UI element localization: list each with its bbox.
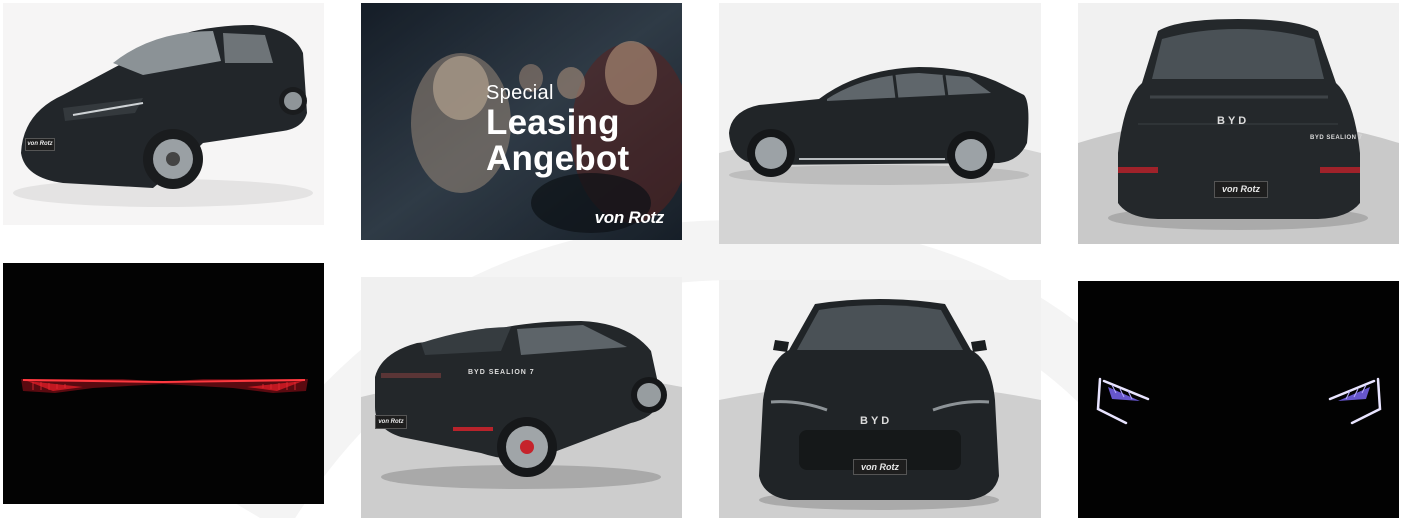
promo-line-angebot: Angebot xyxy=(486,139,630,178)
gallery-image-taillight-dark[interactable] xyxy=(3,263,324,504)
car-photo xyxy=(719,280,1041,518)
car-photo xyxy=(719,3,1041,244)
gallery-image-side-profile[interactable] xyxy=(719,3,1041,244)
promo-headline: Special Leasing Angebot xyxy=(486,81,629,177)
taillight-photo xyxy=(3,263,324,504)
gallery-image-rear[interactable]: BYD BYD SEALION 7 von Rotz xyxy=(1078,3,1399,244)
car-photo xyxy=(361,277,682,518)
promo-line-special: Special xyxy=(486,82,554,104)
gallery-image-front[interactable]: BYD von Rotz xyxy=(719,280,1041,518)
dealer-plate: von Rotz xyxy=(853,459,907,475)
gallery-image-front-three-quarter[interactable]: von Rotz xyxy=(3,3,324,225)
dealer-plate: von Rotz xyxy=(25,138,55,151)
brand-badge: BYD xyxy=(1217,115,1250,127)
model-badge: BYD SEALION 7 xyxy=(468,369,535,376)
model-badge: BYD SEALION 7 xyxy=(1310,135,1363,141)
brand-badge: BYD xyxy=(860,415,893,427)
promo-line-leasing: Leasing xyxy=(486,103,620,142)
dealer-plate: von Rotz xyxy=(375,415,407,429)
gallery-image-rear-three-quarter[interactable]: BYD SEALION 7 von Rotz xyxy=(361,277,682,518)
gallery-image-headlights-dark[interactable] xyxy=(1078,281,1399,518)
car-photo xyxy=(3,3,324,225)
von-rotz-logo: von Rotz xyxy=(594,208,665,227)
headlights-photo xyxy=(1078,281,1399,518)
dealer-plate: von Rotz xyxy=(1214,181,1268,198)
gallery-image-leasing-promo[interactable]: Special Leasing Angebot von Rotz xyxy=(361,3,682,240)
